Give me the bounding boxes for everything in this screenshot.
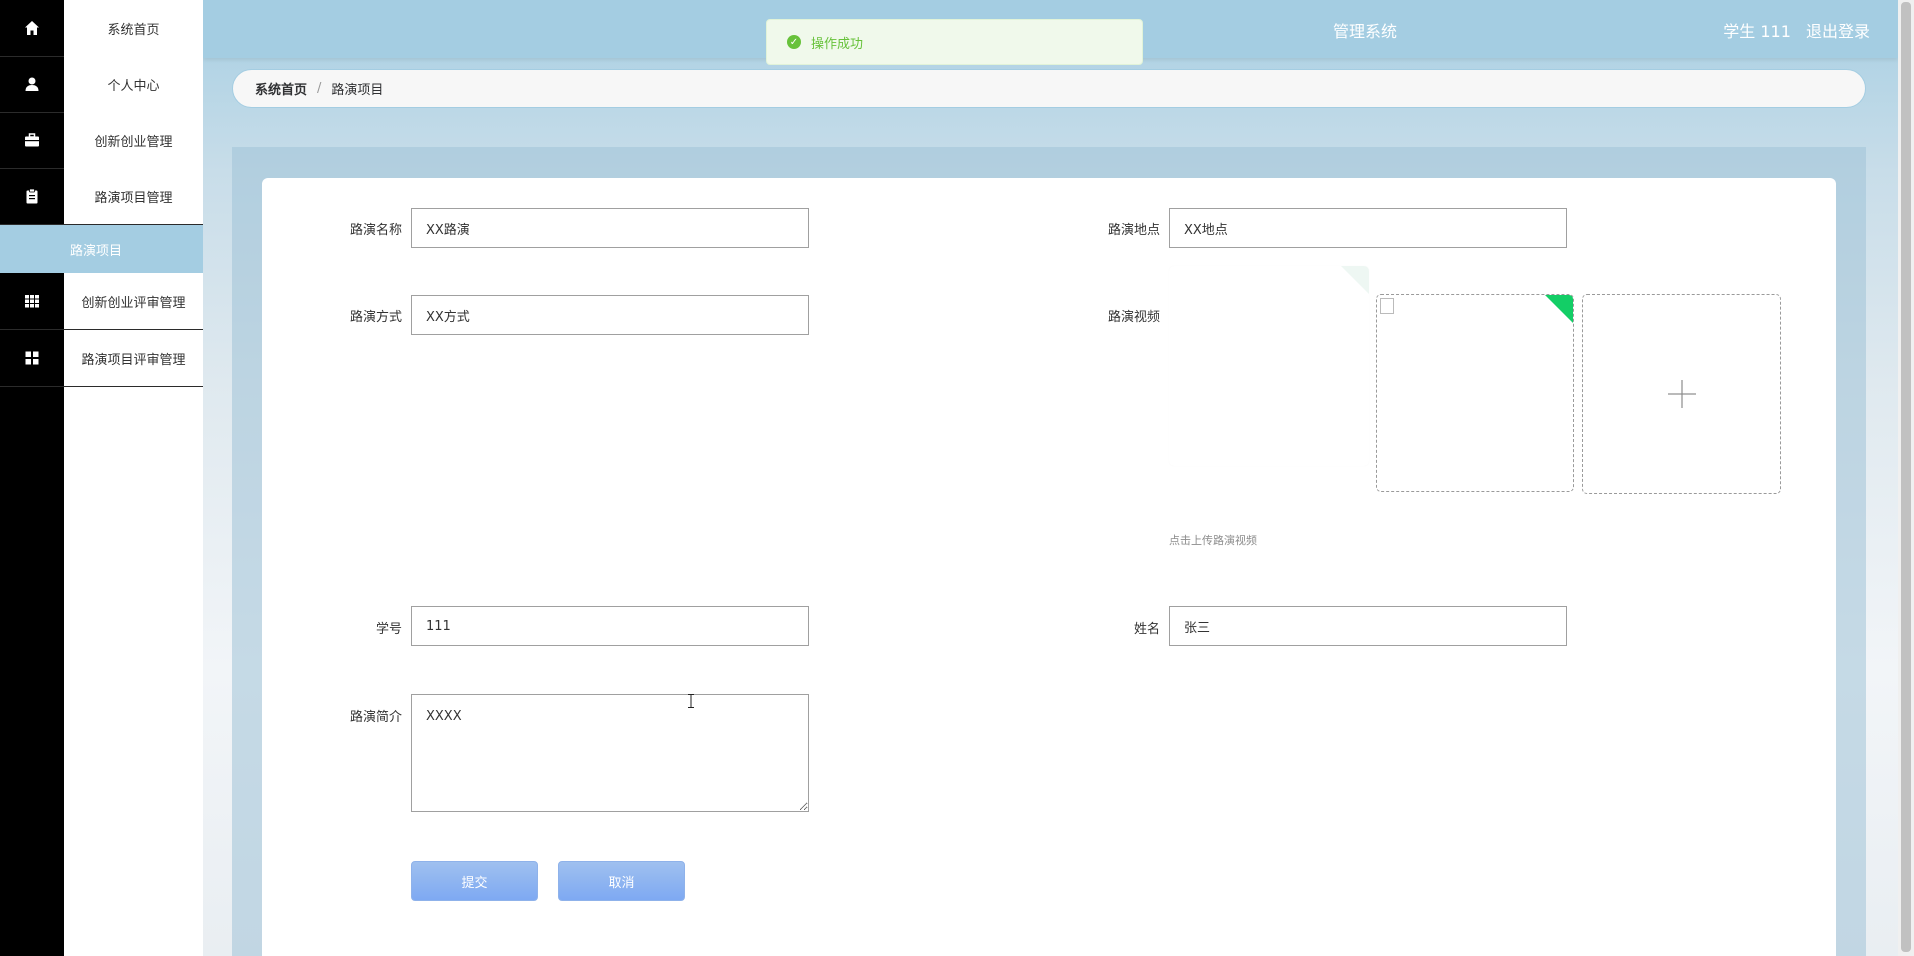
toast-message: 操作成功 [811, 36, 864, 52]
briefcase-icon [0, 112, 64, 168]
intro-textarea[interactable] [411, 694, 809, 812]
scrollbar-thumb[interactable] [1901, 2, 1911, 952]
method-input[interactable]: XX方式 [411, 295, 809, 335]
broken-image-icon [1380, 298, 1394, 314]
student-id-input[interactable]: 111 [411, 606, 809, 646]
sidebar-item-home[interactable]: 系统首页 [0, 0, 203, 57]
video-upload-hint: 点击上传路演视频 [1169, 534, 1257, 547]
breadcrumb: 系统首页 / 路演项目 [232, 69, 1866, 108]
sidebar-item-label: 个人中心 [64, 56, 203, 112]
student-name-input[interactable]: 张三 [1169, 606, 1567, 646]
user-label: 学生 111 [1723, 22, 1791, 41]
sidebar-item-profile[interactable]: 个人中心 [0, 56, 203, 113]
clipboard-icon [0, 168, 64, 224]
video-upload-button[interactable] [1582, 294, 1781, 494]
sidebar-item-label: 路演项目管理 [64, 168, 203, 224]
cancel-button[interactable]: 取消 [558, 861, 685, 901]
student-id-label: 学号 [375, 622, 402, 637]
grid-icon [0, 273, 64, 329]
text-cursor-icon [688, 694, 694, 708]
sidebar-item-innovation-review[interactable]: 创新创业评审管理 [0, 273, 203, 330]
sidebar-item-label: 系统首页 [64, 0, 203, 56]
corner-badge [1341, 266, 1369, 294]
sidebar-item-label: 创新创业管理 [64, 112, 203, 168]
location-input[interactable]: XX地点 [1169, 208, 1567, 248]
plus-icon [1583, 295, 1780, 493]
sidebar-subitem-roadshow-project[interactable]: 路演项目 [0, 225, 203, 273]
name-label: 路演名称 [349, 223, 402, 238]
success-toast: ✓ 操作成功 [766, 19, 1143, 65]
name-input[interactable]: XX路演 [411, 208, 809, 248]
apps-icon [0, 330, 64, 386]
user-icon [0, 56, 64, 112]
student-name-label: 姓名 [1133, 622, 1160, 637]
breadcrumb-current: 路演项目 [331, 83, 384, 98]
breadcrumb-separator: / [317, 81, 322, 96]
location-label: 路演地点 [1107, 223, 1160, 238]
sidebar-item-roadshow[interactable]: 路演项目管理 [0, 168, 203, 225]
system-title: 管理系统 [1333, 22, 1398, 41]
video-preview[interactable] [1376, 294, 1574, 492]
submit-button[interactable]: 提交 [411, 861, 538, 901]
video-label: 路演视频 [1107, 310, 1160, 325]
video-preview-faded [1169, 266, 1369, 466]
vertical-scrollbar[interactable] [1898, 0, 1914, 956]
check-circle-icon: ✓ [787, 35, 801, 49]
intro-label: 路演简介 [349, 710, 402, 725]
sidebar-item-roadshow-review[interactable]: 路演项目评审管理 [0, 330, 203, 387]
method-label: 路演方式 [349, 310, 402, 325]
uploaded-corner-badge [1545, 295, 1573, 323]
sidebar: 系统首页 个人中心 创新创业管理 路演项目管理 路演项目 创新创业评审管理 路演… [0, 0, 203, 956]
sidebar-item-innovation[interactable]: 创新创业管理 [0, 112, 203, 169]
sidebar-item-label: 路演项目评审管理 [64, 330, 203, 386]
sidebar-item-label: 创新创业评审管理 [64, 273, 203, 329]
breadcrumb-home[interactable]: 系统首页 [255, 79, 307, 98]
user-area: 学生 111 退出登录 [1713, 18, 1870, 42]
logout-link[interactable]: 退出登录 [1806, 22, 1870, 41]
home-icon [0, 0, 64, 56]
